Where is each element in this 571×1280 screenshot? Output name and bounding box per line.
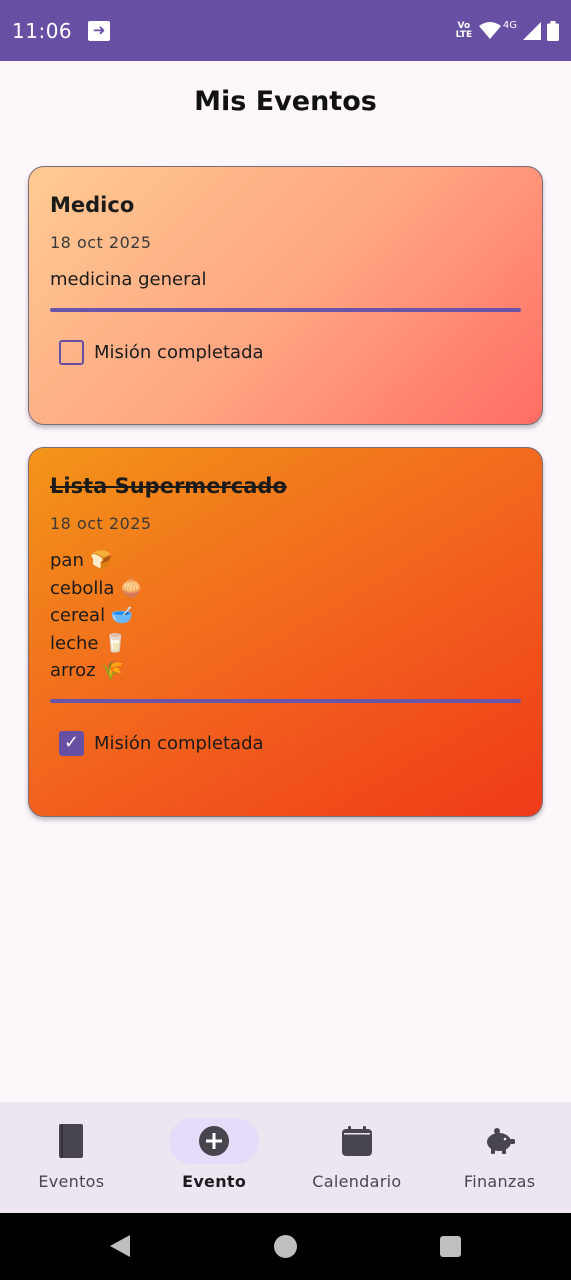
mission-complete-toggle[interactable]: Misión completada — [59, 339, 521, 365]
cast-icon: ➜ — [88, 20, 111, 41]
status-time: 11:06 — [12, 18, 73, 43]
nav-item-calendario[interactable]: Calendario — [286, 1102, 429, 1213]
wifi-icon — [478, 21, 501, 39]
book-icon — [59, 1124, 84, 1158]
nav-icon-container — [312, 1118, 402, 1164]
back-icon[interactable] — [110, 1235, 130, 1257]
network-type: 4G — [502, 20, 517, 31]
list-item: cereal 🥣 — [50, 605, 134, 626]
nav-icon-container — [26, 1118, 116, 1164]
mission-label: Misión completada — [94, 341, 264, 363]
piggy-bank-icon — [486, 1128, 515, 1154]
list-item: cebolla 🧅 — [50, 577, 143, 599]
event-card-medico[interactable]: Medico 18 oct 2025 medicina general Misi… — [28, 166, 543, 425]
nav-label: Eventos — [38, 1172, 105, 1191]
home-icon[interactable] — [274, 1235, 297, 1258]
card-divider — [50, 698, 521, 703]
battery-icon — [547, 20, 559, 41]
nav-label: Evento — [182, 1172, 247, 1191]
mission-checkbox[interactable] — [59, 339, 84, 365]
nav-item-evento[interactable]: Evento — [143, 1102, 286, 1213]
recents-icon[interactable] — [440, 1236, 461, 1257]
event-title: Lista Supermercado — [50, 474, 287, 498]
list-item: arroz 🌾 — [50, 660, 124, 681]
nav-icon-container — [169, 1118, 260, 1164]
event-date: 18 oct 2025 — [50, 514, 152, 533]
event-date: 18 oct 2025 — [50, 233, 152, 252]
add-circle-icon — [199, 1126, 230, 1156]
bottom-navigation: Eventos Evento Calendario Finanzas — [0, 1102, 571, 1213]
event-description: medicina general — [50, 269, 207, 290]
mission-complete-toggle[interactable]: ✓ Misión completada — [59, 730, 521, 756]
signal-icon — [523, 21, 541, 40]
page-title: Mis Eventos — [194, 86, 377, 117]
calendar-icon — [341, 1126, 372, 1156]
nav-item-finanzas[interactable]: Finanzas — [428, 1102, 571, 1213]
nav-item-eventos[interactable]: Eventos — [0, 1102, 143, 1213]
event-card-supermercado[interactable]: Lista Supermercado 18 oct 2025 pan 🍞 ceb… — [28, 447, 543, 817]
nav-label: Finanzas — [463, 1172, 536, 1191]
status-icons: Vo LTE 4G — [455, 20, 559, 41]
volte-icon: Vo LTE — [455, 20, 473, 40]
event-item-list: pan 🍞 cebolla 🧅 cereal 🥣 leche 🥛 arroz 🌾 — [50, 547, 521, 685]
event-title: Medico — [50, 193, 135, 217]
status-bar: 11:06 ➜ Vo LTE 4G — [0, 0, 571, 61]
list-item: pan 🍞 — [50, 550, 112, 571]
list-item: leche 🥛 — [50, 632, 127, 654]
mission-label: Misión completada — [94, 732, 264, 754]
mission-checkbox[interactable]: ✓ — [59, 730, 84, 756]
nav-label: Calendario — [312, 1172, 402, 1191]
system-navigation-bar — [0, 1213, 571, 1280]
nav-icon-container — [455, 1118, 545, 1164]
card-divider — [50, 307, 521, 312]
